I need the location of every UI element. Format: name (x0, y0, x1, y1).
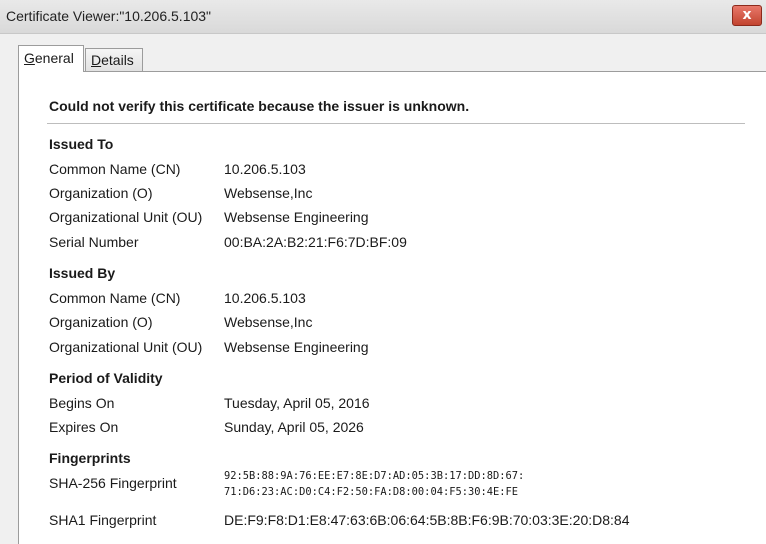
close-button[interactable]: x (732, 5, 762, 26)
tab-general-label: eneral (34, 50, 74, 66)
issued-to-ou-value: Websense Engineering (224, 209, 369, 225)
issued-by-cn-label: Common Name (CN) (49, 290, 181, 306)
issued-to-org-value: Websense,Inc (224, 185, 313, 201)
serial-number-value: 00:BA:2A:B2:21:F6:7D:BF:09 (224, 234, 407, 250)
fingerprints-heading: Fingerprints (49, 450, 131, 466)
validity-heading: Period of Validity (49, 370, 163, 386)
serial-number-label: Serial Number (49, 234, 139, 250)
close-icon: x (742, 7, 752, 23)
issued-by-org-value: Websense,Inc (224, 314, 313, 330)
tab-details-label: etails (101, 52, 134, 68)
begins-on-label: Begins On (49, 395, 115, 411)
issued-to-cn-value: 10.206.5.103 (224, 161, 306, 177)
expires-on-label: Expires On (49, 419, 119, 435)
title-bar[interactable]: Certificate Viewer:"10.206.5.103" x (0, 0, 766, 34)
issued-by-cn-value: 10.206.5.103 (224, 290, 306, 306)
issued-to-org-label: Organization (O) (49, 185, 153, 201)
sha1-value: DE:F9:F8:D1:E8:47:63:6B:06:64:5B:8B:F6:9… (224, 512, 630, 528)
issued-to-ou-label: Organizational Unit (OU) (49, 209, 203, 225)
tab-general-accel: G (24, 50, 35, 66)
sha256-value-line1: 92:5B:88:9A:76:EE:E7:8E:D7:AD:05:3B:17:D… (224, 470, 525, 482)
issued-by-ou-value: Websense Engineering (224, 339, 369, 355)
verification-warning: Could not verify this certificate becaus… (49, 98, 470, 114)
sha1-label: SHA1 Fingerprint (49, 512, 157, 528)
issued-by-heading: Issued By (49, 265, 116, 281)
issued-to-heading: Issued To (49, 136, 114, 152)
general-panel: Could not verify this certificate becaus… (18, 71, 766, 544)
tab-details-accel: D (91, 52, 102, 68)
issued-to-cn-label: Common Name (CN) (49, 161, 181, 177)
expires-on-value: Sunday, April 05, 2026 (224, 419, 364, 435)
begins-on-value: Tuesday, April 05, 2016 (224, 395, 370, 411)
certificate-viewer-window: Certificate Viewer:"10.206.5.103" x Gene… (0, 0, 766, 544)
issued-by-ou-label: Organizational Unit (OU) (49, 339, 203, 355)
tab-general[interactable]: General (18, 45, 84, 72)
tab-details[interactable]: Details (85, 48, 143, 71)
sha256-label: SHA-256 Fingerprint (49, 475, 177, 491)
window-title: Certificate Viewer:"10.206.5.103" (6, 8, 212, 24)
issued-by-org-label: Organization (O) (49, 314, 153, 330)
divider (47, 123, 745, 124)
sha256-value-line2: 71:D6:23:AC:D0:C4:F2:50:FA:D8:00:04:F5:3… (224, 486, 519, 498)
